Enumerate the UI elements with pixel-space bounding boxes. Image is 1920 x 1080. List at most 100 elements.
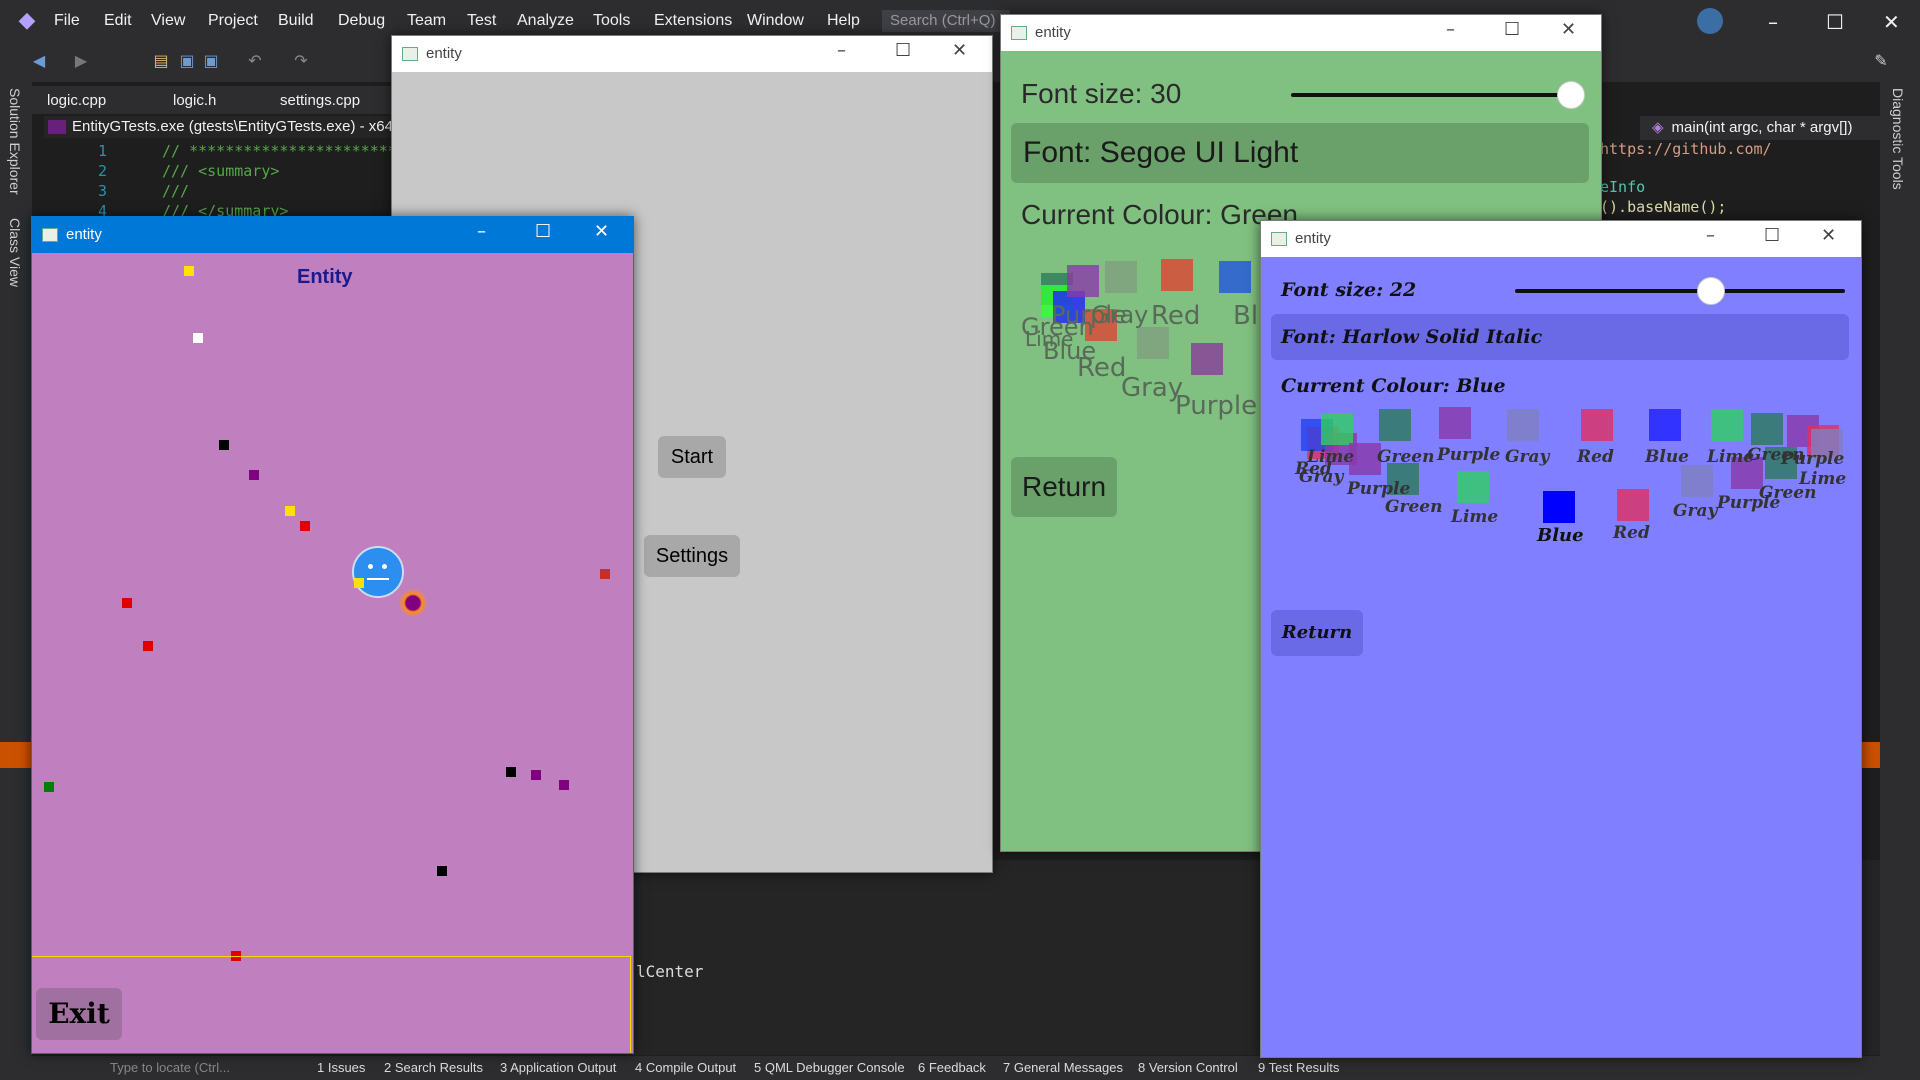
maximize-icon[interactable]: ☐ <box>1504 19 1520 40</box>
vs-minimize-icon[interactable]: – <box>1768 10 1778 34</box>
class-view-tab[interactable]: Class View <box>7 218 23 287</box>
menu-window-titlebar[interactable]: entity – ☐ ✕ <box>392 36 992 72</box>
colour-swatch-gray[interactable] <box>1105 261 1137 293</box>
close-icon[interactable]: ✕ <box>1821 225 1836 246</box>
minimize-icon[interactable]: – <box>477 221 486 242</box>
colour-swatch-red[interactable] <box>1581 409 1613 441</box>
tab-logic-h[interactable]: logic.h <box>173 92 216 109</box>
settings-window-titlebar[interactable]: entity – ☐ ✕ <box>1261 221 1861 257</box>
minimize-icon[interactable]: – <box>837 40 846 61</box>
colour-swatch-lime[interactable] <box>1321 413 1353 445</box>
colour-swatch-gray[interactable] <box>1137 327 1169 359</box>
maximize-icon[interactable]: ☐ <box>1764 225 1780 246</box>
undo-icon[interactable]: ↶ <box>244 50 266 72</box>
status-issues[interactable]: 1 Issues <box>317 1060 365 1075</box>
font-size-slider[interactable] <box>1291 93 1576 97</box>
maximize-icon[interactable]: ☐ <box>535 221 551 242</box>
close-icon[interactable]: ✕ <box>952 40 967 61</box>
colour-swatch-red[interactable] <box>1161 259 1193 291</box>
back-icon[interactable]: ◀ <box>28 50 50 72</box>
start-button[interactable]: Start <box>658 436 726 478</box>
open-icon[interactable]: ▤ <box>150 50 172 72</box>
colour-swatch-lime[interactable] <box>1711 409 1743 441</box>
close-icon[interactable]: ✕ <box>1561 19 1576 40</box>
save-all-icon[interactable]: ▣ <box>200 50 222 72</box>
menu-extensions[interactable]: Extensions <box>654 12 732 30</box>
minimize-icon[interactable]: – <box>1706 225 1715 246</box>
colour-swatch-green[interactable] <box>1751 413 1783 445</box>
menu-build[interactable]: Build <box>278 12 314 30</box>
tab-logic-cpp[interactable]: logic.cpp <box>47 92 106 109</box>
status-compile-output[interactable]: 4 Compile Output <box>635 1060 736 1075</box>
colour-swatch-purple[interactable] <box>1439 407 1471 439</box>
current-colour-label: Current Colour: Blue <box>1281 375 1506 397</box>
colour-swatch-blue[interactable] <box>1219 261 1251 293</box>
menu-help[interactable]: Help <box>827 12 860 30</box>
swatch-label: Blue <box>1645 447 1690 467</box>
tab-settings-cpp[interactable]: settings.cpp <box>280 92 360 109</box>
swatch-label: Lime <box>1451 507 1499 527</box>
exit-button[interactable]: Exit <box>36 988 122 1040</box>
colour-swatch-gray[interactable] <box>1507 409 1539 441</box>
font-selector[interactable]: Font: Harlow Solid Italic <box>1271 314 1849 360</box>
swatch-label: Purple <box>1781 449 1845 469</box>
locate-input[interactable]: Type to locate (Ctrl... <box>110 1060 230 1075</box>
status-application-output[interactable]: 3 Application Output <box>500 1060 616 1075</box>
return-button[interactable]: Return <box>1011 457 1117 517</box>
save-icon[interactable]: ▣ <box>176 50 198 72</box>
font-selector[interactable]: Font: Segoe UI Light <box>1011 123 1589 183</box>
function-navigation-bar[interactable]: ◈ main(int argc, char * argv[]) <box>1640 116 1880 140</box>
menu-test[interactable]: Test <box>467 12 496 30</box>
colour-swatch-gray[interactable] <box>1681 465 1713 497</box>
colour-swatch-purple[interactable] <box>1067 265 1099 297</box>
visual-studio-logo-icon: ◆ <box>18 8 36 33</box>
vs-maximize-icon[interactable]: ☐ <box>1826 10 1844 34</box>
maximize-icon[interactable]: ☐ <box>895 40 911 61</box>
vs-search-input[interactable]: Search (Ctrl+Q) <box>882 10 1010 32</box>
font-size-slider-knob[interactable] <box>1557 81 1585 109</box>
menu-team[interactable]: Team <box>407 12 446 30</box>
menu-tools[interactable]: Tools <box>593 12 630 30</box>
game-canvas[interactable]: Entity Exit <box>32 253 633 1053</box>
colour-swatch-lime[interactable] <box>1457 471 1489 503</box>
colour-swatch-purple[interactable] <box>1191 343 1223 375</box>
return-button[interactable]: Return <box>1271 610 1363 656</box>
colour-swatch-red[interactable] <box>1617 489 1649 521</box>
status-search-results[interactable]: 2 Search Results <box>384 1060 483 1075</box>
game-window-titlebar[interactable]: entity – ☐ ✕ <box>32 217 633 253</box>
notification-marker[interactable] <box>0 742 32 768</box>
forward-icon[interactable]: ▶ <box>70 50 92 72</box>
account-avatar[interactable] <box>1697 8 1723 34</box>
live-share-icon[interactable]: ✎ <box>1870 50 1892 72</box>
menu-analyze[interactable]: Analyze <box>517 12 574 30</box>
status-qml-debugger[interactable]: 5 QML Debugger Console <box>754 1060 905 1075</box>
solution-explorer-tab[interactable]: Solution Explorer <box>7 88 23 195</box>
menu-file[interactable]: File <box>54 12 80 30</box>
redo-icon[interactable]: ↷ <box>290 50 312 72</box>
menu-debug[interactable]: Debug <box>338 12 385 30</box>
menu-view[interactable]: View <box>151 12 185 30</box>
diagnostic-tools-tab[interactable]: Diagnostic Tools <box>1890 88 1906 190</box>
player-eye <box>382 564 387 569</box>
status-test-results[interactable]: 9 Test Results <box>1258 1060 1339 1075</box>
status-version-control[interactable]: 8 Version Control <box>1138 1060 1238 1075</box>
menu-edit[interactable]: Edit <box>104 12 132 30</box>
status-general-messages[interactable]: 7 General Messages <box>1003 1060 1123 1075</box>
code-editor[interactable]: 1 // ***********************************… <box>32 140 514 220</box>
colour-swatch-green[interactable] <box>1379 409 1411 441</box>
colour-swatch-blue[interactable] <box>1543 491 1575 523</box>
colour-swatch-blue[interactable] <box>1649 409 1681 441</box>
settings-window-titlebar[interactable]: entity – ☐ ✕ <box>1001 15 1601 51</box>
debug-target-path[interactable]: EntityGTests.exe (gtests\EntityGTests.ex… <box>44 116 394 138</box>
settings-button[interactable]: Settings <box>644 535 740 577</box>
blue-settings-window: entity – ☐ ✕ Font size: 22 Font: Harlow … <box>1260 220 1862 1058</box>
minimize-icon[interactable]: – <box>1446 19 1455 40</box>
close-icon[interactable]: ✕ <box>594 221 609 242</box>
menu-project[interactable]: Project <box>208 12 258 30</box>
font-size-slider[interactable] <box>1515 289 1845 293</box>
vs-close-icon[interactable]: ✕ <box>1883 10 1900 34</box>
menu-window[interactable]: Window <box>747 12 804 30</box>
window-title: entity <box>66 226 102 243</box>
status-feedback[interactable]: 6 Feedback <box>918 1060 986 1075</box>
font-size-slider-knob[interactable] <box>1697 277 1725 305</box>
